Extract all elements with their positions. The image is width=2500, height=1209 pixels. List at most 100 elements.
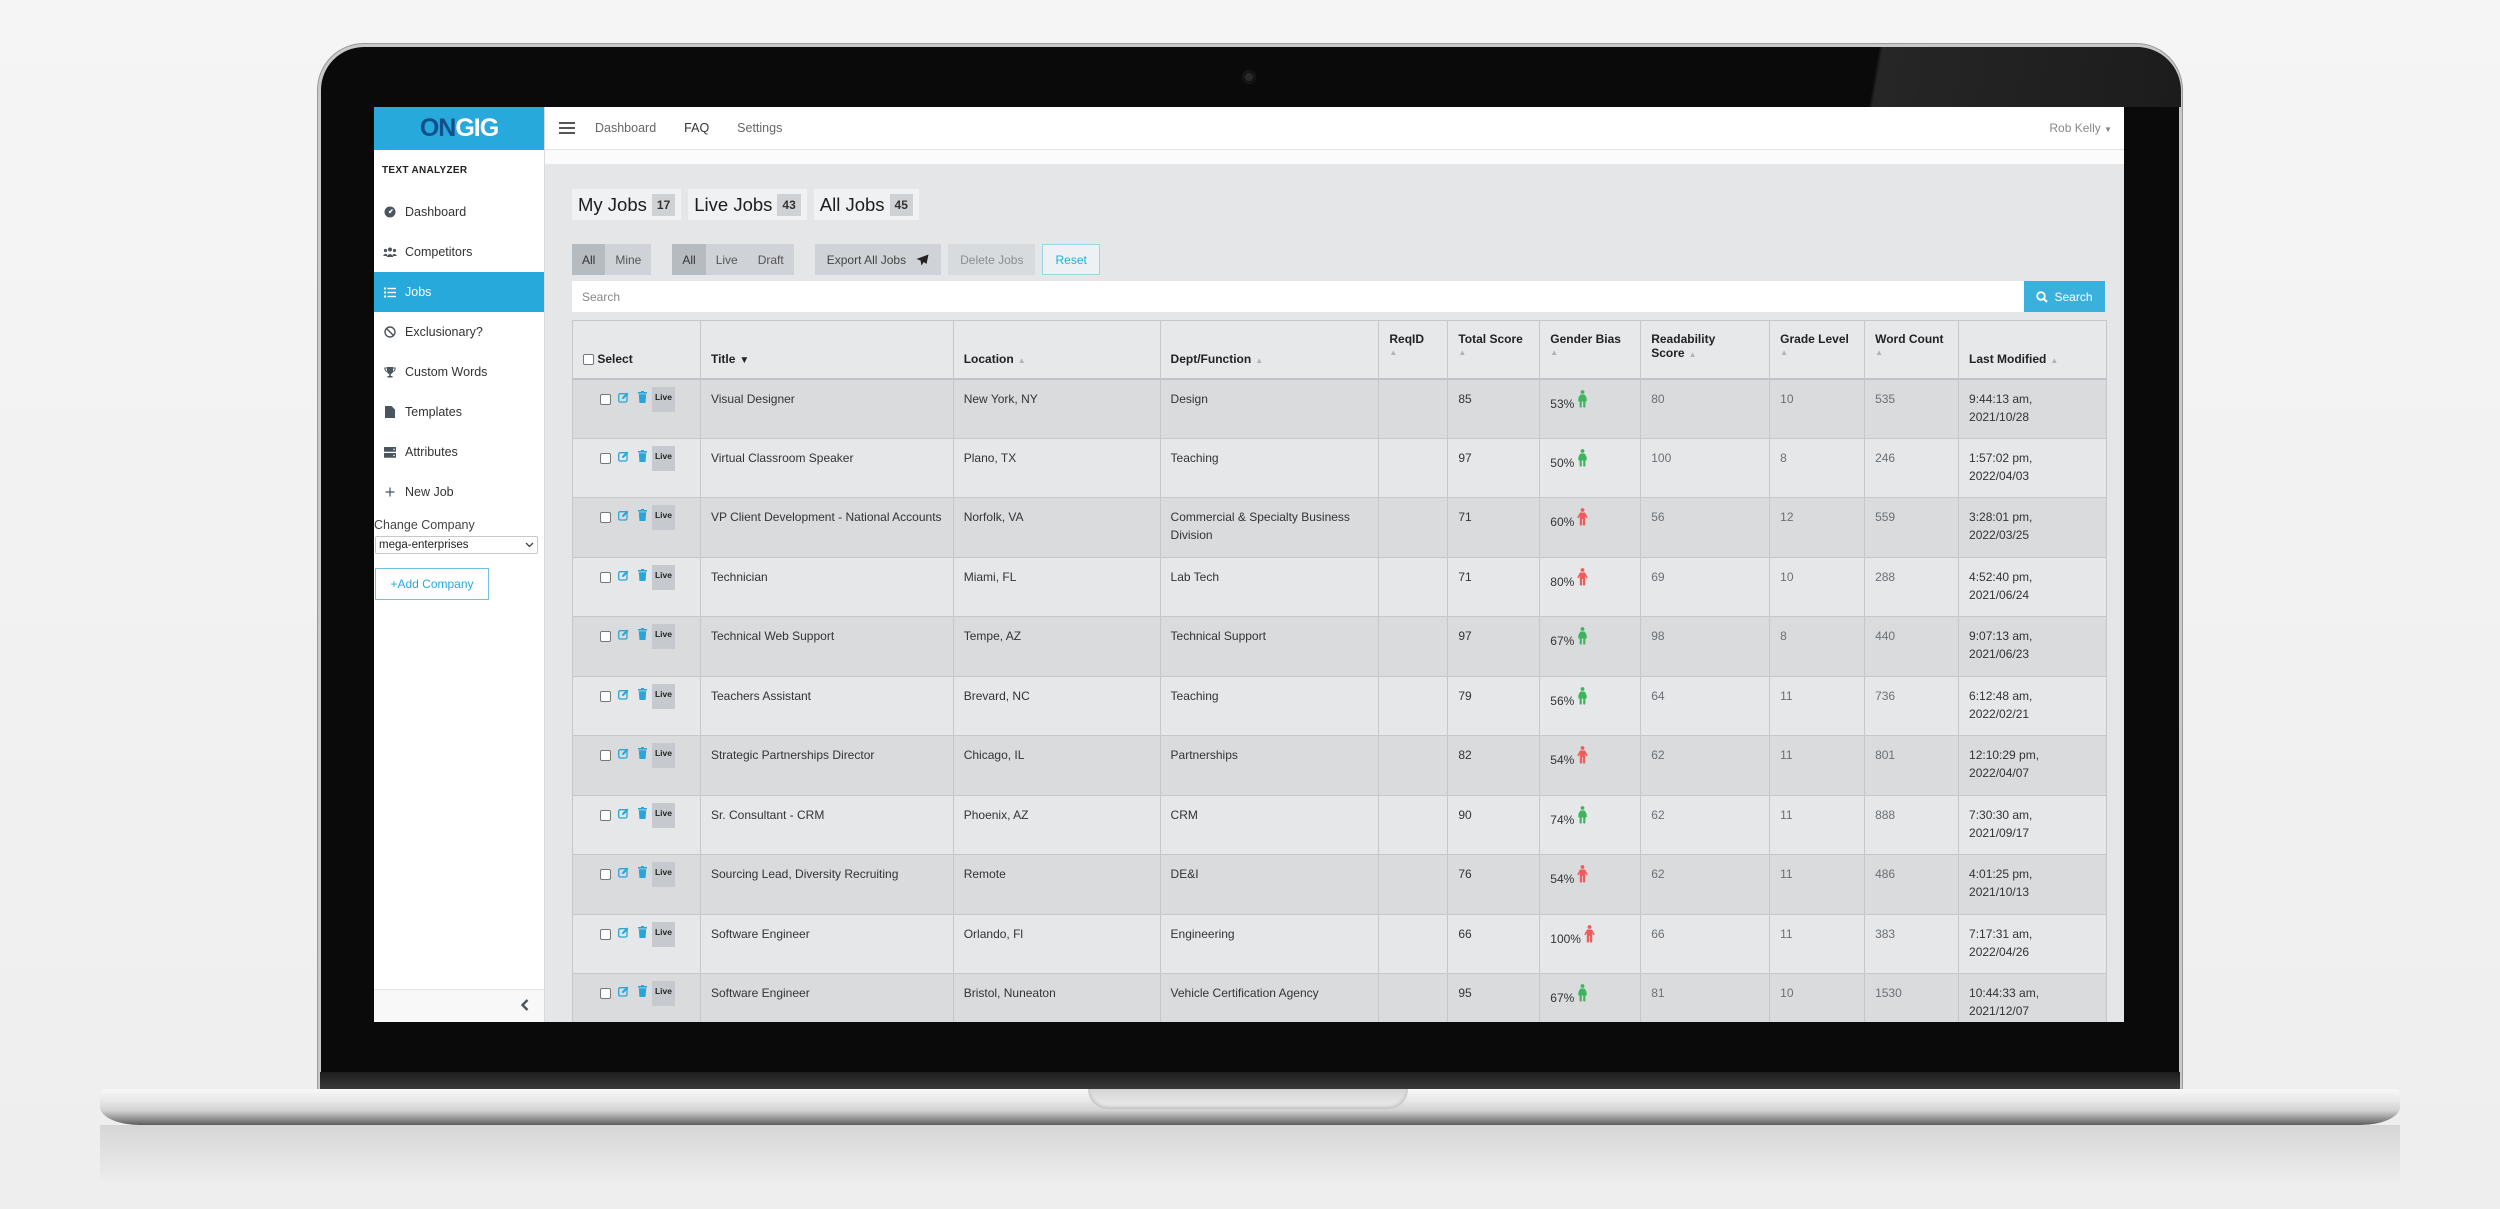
table-row[interactable]: Live Sr. Consultant - CRM Phoenix, AZ CR… — [572, 794, 2107, 855]
title-cell[interactable]: Strategic Partnerships Director — [699, 735, 954, 796]
sidebar-item-attributes[interactable]: Attributes — [374, 432, 544, 472]
header-total-score[interactable]: Total Score ▲ — [1447, 320, 1541, 380]
title-cell[interactable]: Virtual Classroom Speaker — [699, 437, 954, 498]
row-checkbox[interactable] — [600, 571, 611, 583]
row-checkbox[interactable] — [600, 869, 611, 881]
readability-cell: 56 — [1640, 497, 1771, 558]
title-cell[interactable]: Visual Designer — [699, 378, 954, 439]
status-badge: Live — [652, 505, 675, 530]
trash-icon[interactable] — [638, 806, 647, 824]
header-title[interactable]: Title ▼ — [699, 320, 954, 380]
table-row[interactable]: Live Virtual Classroom Speaker Plano, TX… — [572, 437, 2107, 498]
header-last-modified[interactable]: Last Modified ▲ — [1958, 320, 2107, 380]
edit-icon[interactable] — [618, 568, 629, 586]
nav-link-faq[interactable]: FAQ — [684, 121, 709, 135]
row-checkbox[interactable] — [600, 631, 611, 643]
logo-bar[interactable]: ONGIG — [374, 107, 544, 150]
table-row[interactable]: Live Software Engineer Bristol, Nuneaton… — [572, 973, 2107, 1022]
status-filter-live[interactable]: Live — [706, 244, 748, 275]
table-row[interactable]: Live VP Client Development - National Ac… — [572, 497, 2107, 558]
edit-icon[interactable] — [618, 865, 629, 883]
header-dept[interactable]: Dept/Function ▲︎ — [1159, 320, 1380, 380]
chevron-left-icon[interactable] — [520, 996, 530, 1017]
table-row[interactable]: Live Technician Miami, FL Lab Tech 71 80… — [572, 556, 2107, 617]
header-gender-bias[interactable]: Gender Bias ▲ — [1539, 320, 1642, 380]
title-cell[interactable]: Software Engineer — [699, 973, 954, 1022]
sidebar-item-exclusionary[interactable]: Exclusionary? — [374, 312, 544, 352]
company-select[interactable]: mega-enterprises — [375, 536, 538, 554]
lid-reflection — [1801, 47, 2181, 107]
table-row[interactable]: Live Technical Web Support Tempe, AZ Tec… — [572, 616, 2107, 677]
title-cell[interactable]: Software Engineer — [699, 913, 954, 974]
title-cell[interactable]: Technician — [699, 556, 954, 617]
edit-icon[interactable] — [618, 508, 629, 526]
header-reqid[interactable]: ReqID ▲ — [1378, 320, 1449, 380]
add-company-button[interactable]: +Add Company — [375, 568, 489, 600]
edit-icon[interactable] — [618, 627, 629, 645]
trash-icon[interactable] — [638, 865, 647, 883]
sidebar-item-custom-words[interactable]: Custom Words — [374, 352, 544, 392]
header-word-count[interactable]: Word Count ▲ — [1864, 320, 1960, 380]
edit-icon[interactable] — [618, 390, 629, 408]
status-filter-draft[interactable]: Draft — [748, 244, 794, 275]
table-row[interactable]: Live Sourcing Lead, Diversity Recruiting… — [572, 854, 2107, 915]
owner-filter-all[interactable]: All — [572, 244, 606, 275]
row-checkbox[interactable] — [600, 452, 611, 464]
logo[interactable]: ONGIG — [420, 114, 499, 143]
edit-icon[interactable] — [618, 449, 629, 467]
trash-icon[interactable] — [638, 449, 647, 467]
row-checkbox[interactable] — [600, 512, 611, 524]
status-filter-all[interactable]: All — [672, 244, 706, 275]
table-row[interactable]: Live Software Engineer Orlando, Fl Engin… — [572, 913, 2107, 974]
owner-filter-mine[interactable]: Mine — [605, 244, 651, 275]
sidebar-item-competitors[interactable]: Competitors — [374, 232, 544, 272]
tab-live-jobs[interactable]: Live Jobs 43 — [688, 189, 807, 220]
table-row[interactable]: Live Teachers Assistant Brevard, NC Teac… — [572, 675, 2107, 736]
user-menu[interactable]: Rob Kelly ▼ — [2049, 121, 2112, 135]
sidebar-item-dashboard[interactable]: Dashboard — [374, 192, 544, 232]
title-cell[interactable]: VP Client Development - National Account… — [699, 497, 954, 558]
sidebar-item-jobs[interactable]: Jobs — [374, 272, 544, 312]
trash-icon[interactable] — [638, 746, 647, 764]
trash-icon[interactable] — [638, 984, 647, 1002]
row-checkbox[interactable] — [600, 928, 611, 940]
edit-icon[interactable] — [618, 806, 629, 824]
trash-icon[interactable] — [638, 627, 647, 645]
title-cell[interactable]: Sourcing Lead, Diversity Recruiting — [699, 854, 954, 915]
hamburger-menu-icon[interactable] — [559, 122, 575, 134]
export-all-jobs-button[interactable]: Export All Jobs — [814, 244, 942, 275]
row-checkbox[interactable] — [600, 750, 611, 762]
delete-jobs-button[interactable]: Delete Jobs — [948, 244, 1036, 275]
row-checkbox[interactable] — [600, 809, 611, 821]
trash-icon[interactable] — [638, 508, 647, 526]
tab-my-jobs[interactable]: My Jobs 17 — [572, 189, 682, 220]
header-readability-score[interactable]: Readability Score ▲ — [1640, 320, 1771, 380]
row-checkbox[interactable] — [600, 988, 611, 1000]
edit-icon[interactable] — [618, 984, 629, 1002]
title-cell[interactable]: Technical Web Support — [699, 616, 954, 677]
tab-all-jobs[interactable]: All Jobs 45 — [813, 189, 919, 220]
select-all-checkbox[interactable] — [583, 353, 594, 365]
trash-icon[interactable] — [638, 390, 647, 408]
sidebar-item-new-job[interactable]: New Job — [374, 472, 544, 512]
trash-icon[interactable] — [638, 568, 647, 586]
reset-button[interactable]: Reset — [1042, 244, 1100, 275]
nav-link-dashboard[interactable]: Dashboard — [595, 121, 656, 135]
trash-icon[interactable] — [638, 925, 647, 943]
row-checkbox[interactable] — [600, 690, 611, 702]
title-cell[interactable]: Sr. Consultant - CRM — [699, 794, 954, 855]
row-checkbox[interactable] — [600, 393, 611, 405]
sidebar-item-templates[interactable]: Templates — [374, 392, 544, 432]
edit-icon[interactable] — [618, 746, 629, 764]
search-button[interactable]: Search — [2024, 281, 2105, 312]
title-cell[interactable]: Teachers Assistant — [699, 675, 954, 736]
header-location[interactable]: Location ▲︎ — [952, 320, 1161, 380]
edit-icon[interactable] — [618, 925, 629, 943]
trash-icon[interactable] — [638, 687, 647, 705]
table-row[interactable]: Live Strategic Partnerships Director Chi… — [572, 735, 2107, 796]
table-row[interactable]: Live Visual Designer New York, NY Design… — [572, 378, 2107, 439]
nav-link-settings[interactable]: Settings — [737, 121, 782, 135]
search-input[interactable] — [572, 281, 2024, 312]
edit-icon[interactable] — [618, 687, 629, 705]
header-grade-level[interactable]: Grade Level ▲ — [1769, 320, 1866, 380]
